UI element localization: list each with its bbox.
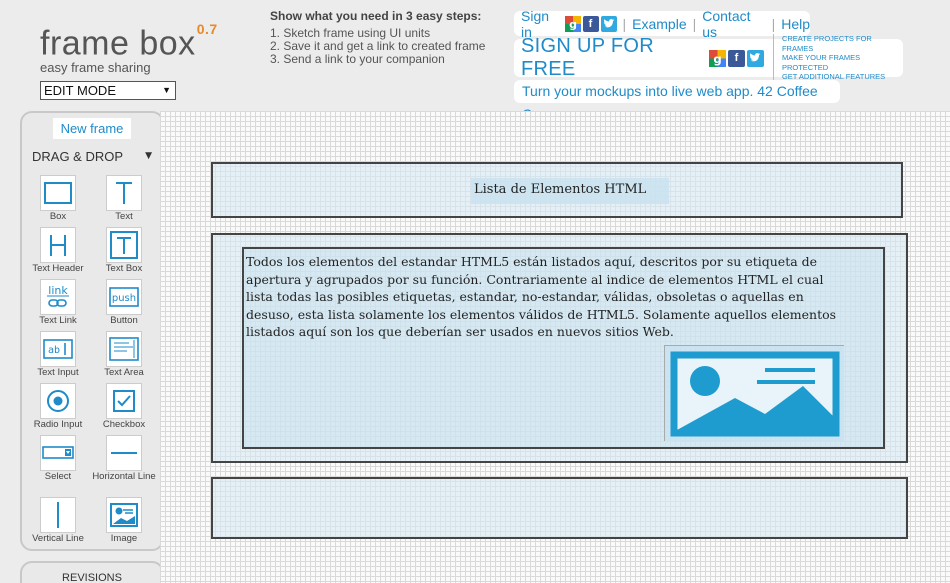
tool-radio-input[interactable]: Radio Input [24, 383, 92, 430]
tool-label: Text Area [104, 367, 144, 378]
svg-text:push: push [112, 293, 136, 304]
paragraph-text: Todos los elementos del estandar HTML5 e… [246, 254, 837, 339]
horizontal-line-icon [106, 435, 142, 471]
top-links: Sign in g f | Example | Contact us | Hel… [514, 8, 810, 40]
mode-select-value: EDIT MODE [44, 83, 116, 98]
twitter-icon[interactable] [600, 15, 617, 32]
text-icon [106, 175, 142, 211]
sidebar: New frame DRAG & DROP ▼ Box Text Text He… [20, 111, 164, 551]
promo-link[interactable]: Turn your mockups into live web app. 42 … [514, 80, 840, 122]
text-area-icon [106, 331, 142, 367]
tool-horizontal-line[interactable]: Horizontal Line [90, 435, 158, 482]
tool-label: Select [44, 471, 72, 482]
tool-text-input[interactable]: ab Text Input [24, 331, 92, 378]
tool-button[interactable]: push Button [90, 279, 158, 326]
example-link[interactable]: Example [632, 16, 686, 32]
select-icon [40, 435, 76, 471]
brand-name: frame box [40, 24, 196, 63]
logo[interactable]: frame box0.7 easy frame sharing [40, 18, 217, 75]
box-icon [40, 175, 76, 211]
tool-label: Text [115, 211, 133, 222]
chevron-down-icon: ▼ [162, 85, 171, 95]
frame-title[interactable]: Lista de Elementos HTML [471, 178, 669, 204]
tool-text-header[interactable]: Text Header [24, 227, 92, 274]
tool-label: Button [110, 315, 138, 326]
button-icon: push [106, 279, 142, 315]
text-input-icon: ab [40, 331, 76, 367]
image-element[interactable] [664, 345, 844, 441]
radio-icon [40, 383, 76, 419]
svg-text:g: g [713, 51, 721, 65]
checkbox-icon [106, 383, 142, 419]
tool-vertical-line[interactable]: Vertical Line [24, 497, 92, 544]
tool-box[interactable]: Box [24, 175, 92, 222]
drag-drop-title[interactable]: DRAG & DROP [32, 149, 123, 164]
separator: | [692, 15, 697, 32]
tagline: easy frame sharing [40, 60, 151, 76]
tool-image[interactable]: Image [90, 497, 158, 544]
signup-panel: SIGN UP FOR FREE g f CREATE PROJECTS FOR… [514, 34, 903, 82]
separator: | [622, 15, 627, 32]
revisions-panel[interactable]: REVISIONS [20, 561, 164, 583]
steps-panel: Show what you need in 3 easy steps: 1. S… [270, 9, 485, 66]
new-frame-button[interactable]: New frame [53, 118, 131, 139]
social-icons: g f [564, 15, 617, 32]
tool-label: Vertical Line [32, 533, 84, 544]
text-box-element[interactable]: Todos los elementos del estandar HTML5 e… [242, 247, 885, 449]
signup-button[interactable]: SIGN UP FOR FREE [521, 35, 706, 81]
image-icon [106, 497, 142, 533]
image-placeholder-icon [670, 351, 840, 437]
tool-label: Text Box [105, 263, 143, 274]
tool-checkbox[interactable]: Checkbox [90, 383, 158, 430]
signup-benefits: CREATE PROJECTS FOR FRAMES MAKE YOUR FRA… [772, 34, 903, 82]
facebook-icon[interactable]: f [582, 15, 599, 32]
version-badge: 0.7 [196, 21, 218, 37]
tool-label: Horizontal Line [92, 471, 156, 482]
tool-select[interactable]: Select [24, 435, 92, 482]
tool-label: Text Header [32, 263, 84, 274]
social-icons: g f [708, 49, 764, 67]
contact-link[interactable]: Contact us [702, 8, 765, 40]
text-box-icon [106, 227, 142, 263]
google-icon[interactable]: g [564, 15, 581, 32]
vertical-line-icon [40, 497, 76, 533]
tool-label: Text Input [37, 367, 79, 378]
frame-box-header[interactable]: Lista de Elementos HTML [211, 162, 903, 218]
frame-box-footer[interactable] [211, 477, 908, 539]
tool-label: Radio Input [33, 419, 83, 430]
benefit-item: MAKE YOUR FRAMES PROTECTED [781, 53, 861, 72]
tool-label: Box [49, 211, 67, 222]
separator: | [771, 15, 776, 32]
tool-label: Checkbox [102, 419, 146, 430]
facebook-icon[interactable]: f [727, 49, 745, 67]
chevron-down-icon[interactable]: ▼ [145, 151, 152, 161]
step-item: 3. Send a link to your companion [270, 52, 445, 66]
link-icon: link [40, 279, 76, 315]
help-link[interactable]: Help [781, 16, 810, 32]
benefit-item: CREATE PROJECTS FOR FRAMES [781, 34, 872, 53]
tool-text-area[interactable]: Text Area [90, 331, 158, 378]
twitter-icon[interactable] [746, 49, 764, 67]
tool-label: Image [110, 533, 138, 544]
svg-text:ab: ab [48, 345, 60, 356]
mode-select[interactable]: EDIT MODE ▼ [40, 81, 176, 100]
svg-text:g: g [569, 18, 577, 31]
tool-label: Text Link [39, 315, 77, 326]
frame-box-content[interactable]: Todos los elementos del estandar HTML5 e… [211, 233, 908, 463]
google-icon[interactable]: g [708, 49, 726, 67]
tool-text-box[interactable]: Text Box [90, 227, 158, 274]
header-icon [40, 227, 76, 263]
svg-text:link: link [48, 284, 68, 297]
tool-text[interactable]: Text [90, 175, 158, 222]
steps-title: Show what you need in 3 easy steps: [270, 9, 482, 23]
design-canvas[interactable]: Lista de Elementos HTML Todos los elemen… [160, 111, 950, 583]
tool-text-link[interactable]: link Text Link [24, 279, 92, 326]
